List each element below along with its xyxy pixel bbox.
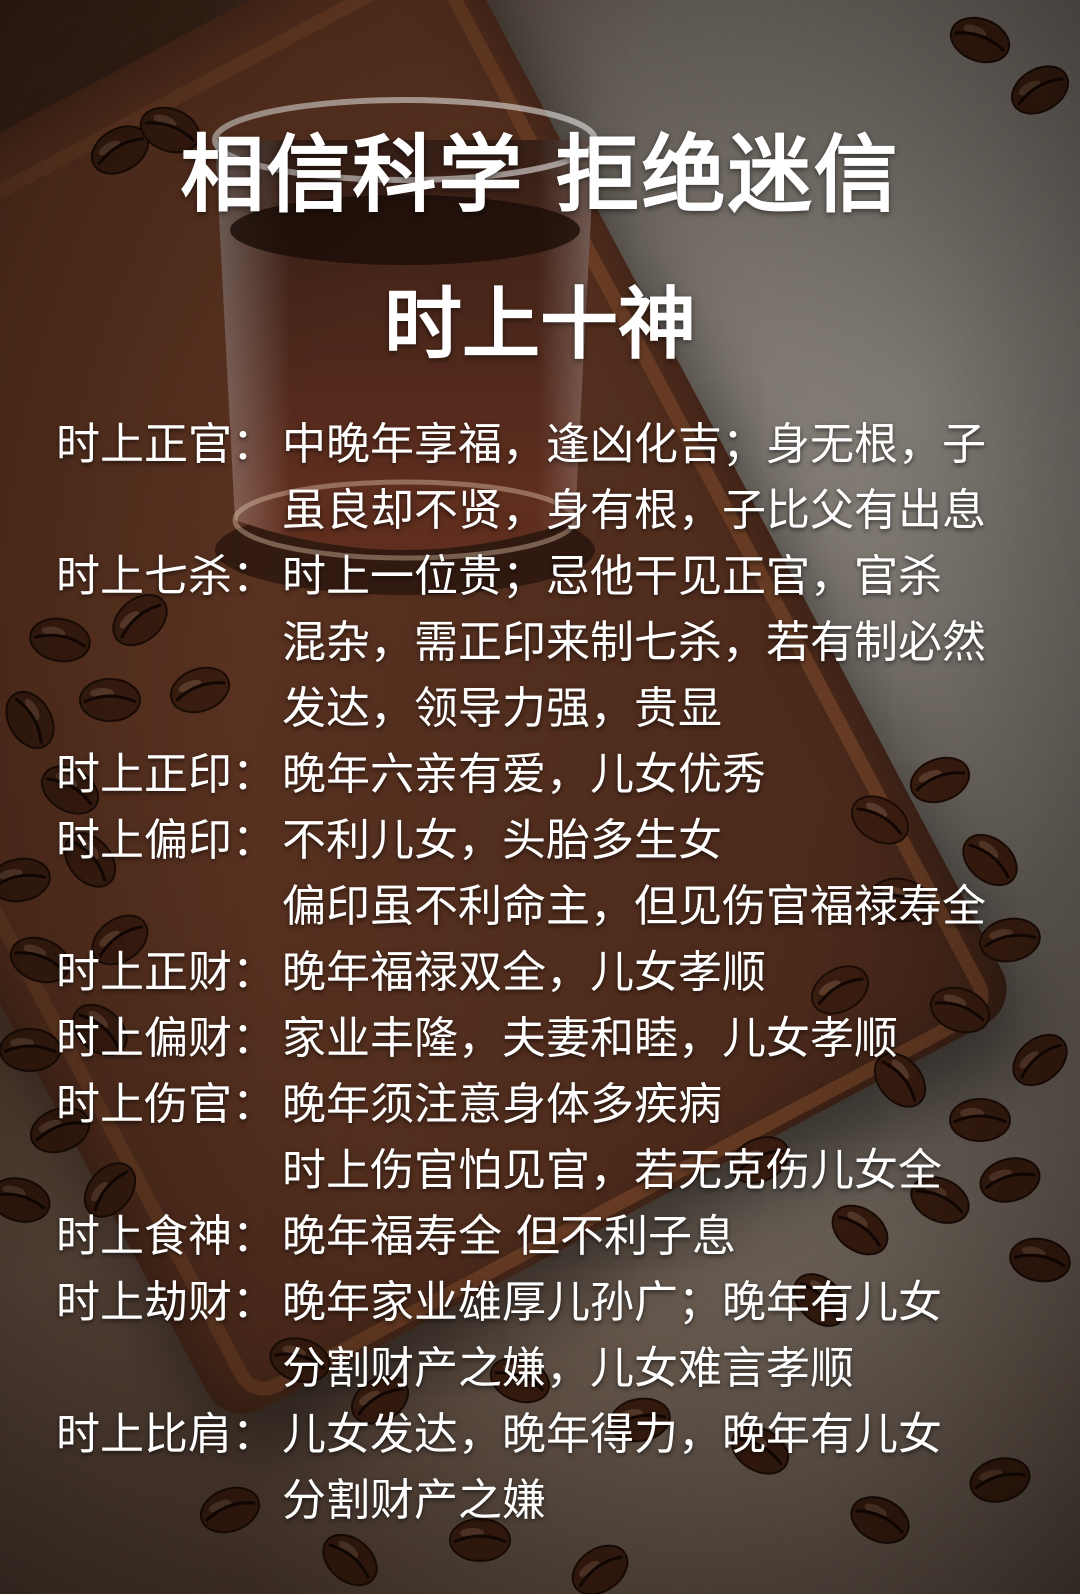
entry-line: 偏印虽不利命主，但见伤官福禄寿全 [282, 881, 986, 932]
entry-line: 晚年福禄双全，儿女孝顺 [282, 947, 766, 998]
entry: 时上劫财： 晚年家业雄厚儿孙广；晚年有儿女 分割财产之嫌，儿女难言孝顺 [56, 1270, 1026, 1402]
entry-label: 时上偏印： [56, 815, 276, 866]
entry-label: 时上正财： [56, 947, 276, 998]
entry-line: 虽良却不贤，身有根，子比父有出息 [282, 485, 986, 536]
page-title: 相信科学 拒绝迷信 [180, 126, 900, 224]
entry: 时上偏财： 家业丰隆，夫妻和睦，儿女孝顺 [56, 1006, 1026, 1072]
entry-line: 混杂，需正印来制七杀，若有制必然 [282, 617, 986, 668]
entry-line: 分割财产之嫌 [282, 1475, 546, 1526]
entry: 时上正印： 晚年六亲有爱，儿女优秀 [56, 742, 1026, 808]
entry-line: 家业丰隆，夫妻和睦，儿女孝顺 [282, 1013, 898, 1064]
entry-label: 时上正官： [56, 419, 276, 470]
entry-line: 时上伤官怕见官，若无克伤儿女全 [282, 1145, 942, 1196]
entry: 时上正官： 中晚年享福，逢凶化吉；身无根，子 虽良却不贤，身有根，子比父有出息 [56, 412, 1026, 544]
entry-label: 时上劫财： [56, 1277, 276, 1328]
entry-line: 时上一位贵；忌他干见正官，官杀 [282, 551, 942, 602]
entry-line: 发达，领导力强，贵显 [282, 683, 722, 734]
entry-label: 时上比肩： [56, 1409, 276, 1460]
entry-line: 晚年福寿全 但不利子息 [282, 1211, 736, 1262]
entry: 时上比肩： 儿女发达，晚年得力，晚年有儿女 分割财产之嫌 [56, 1402, 1026, 1534]
entry-label: 时上食神： [56, 1211, 276, 1262]
entry-line: 不利儿女，头胎多生女 [282, 815, 722, 866]
entry: 时上伤官： 晚年须注意身体多疾病 时上伤官怕见官，若无克伤儿女全 [56, 1072, 1026, 1204]
entry-line: 晚年六亲有爱，儿女优秀 [282, 749, 766, 800]
entry-line: 分割财产之嫌，儿女难言孝顺 [282, 1343, 854, 1394]
entries-list: 时上正官： 中晚年享福，逢凶化吉；身无根，子 虽良却不贤，身有根，子比父有出息 … [56, 412, 1026, 1534]
entry-label: 时上正印： [56, 749, 276, 800]
entry-label: 时上伤官： [56, 1079, 276, 1130]
entry: 时上偏印： 不利儿女，头胎多生女 偏印虽不利命主，但见伤官福禄寿全 [56, 808, 1026, 940]
entry-line: 晚年须注意身体多疾病 [282, 1079, 722, 1130]
entry-label: 时上偏财： [56, 1013, 276, 1064]
entry: 时上七杀： 时上一位贵；忌他干见正官，官杀 混杂，需正印来制七杀，若有制必然 发… [56, 544, 1026, 742]
entry-line: 晚年家业雄厚儿孙广；晚年有儿女 [282, 1277, 942, 1328]
entry-line: 中晚年享福，逢凶化吉；身无根，子 [282, 419, 986, 470]
entry: 时上食神： 晚年福寿全 但不利子息 [56, 1204, 1026, 1270]
page-subtitle: 时上十神 [383, 280, 696, 370]
page: 相信科学 拒绝迷信 时上十神 时上正官： 中晚年享福，逢凶化吉；身无根，子 虽良… [0, 0, 1080, 1594]
entry-line: 儿女发达，晚年得力，晚年有儿女 [282, 1409, 942, 1460]
entry: 时上正财： 晚年福禄双全，儿女孝顺 [56, 940, 1026, 1006]
entry-label: 时上七杀： [56, 551, 276, 602]
